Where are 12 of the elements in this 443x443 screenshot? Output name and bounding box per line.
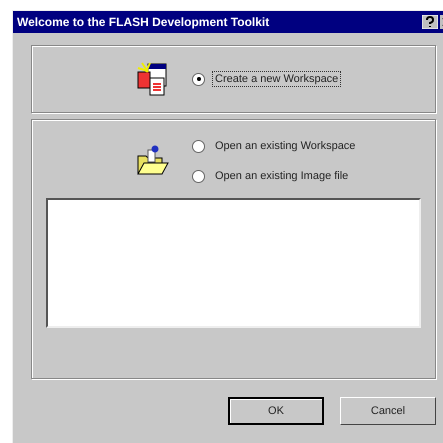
radio-option[interactable]: Open an existing Workspace [192,138,358,154]
radio-button[interactable] [192,170,205,182]
window-title: Welcome to the FLASH Development Toolkit [17,15,270,29]
file-list[interactable] [46,198,421,328]
radio-option[interactable]: Open an existing Image file [192,168,358,184]
help-icon[interactable] [422,15,438,29]
option-label: Open an existing Image file [214,169,350,184]
radio-button[interactable] [192,140,205,152]
radio-button[interactable] [192,72,205,86]
ok-button[interactable]: OK [228,397,324,425]
cancel-button[interactable]: Cancel [340,397,436,425]
option-label: Open an existing Workspace [214,139,356,154]
